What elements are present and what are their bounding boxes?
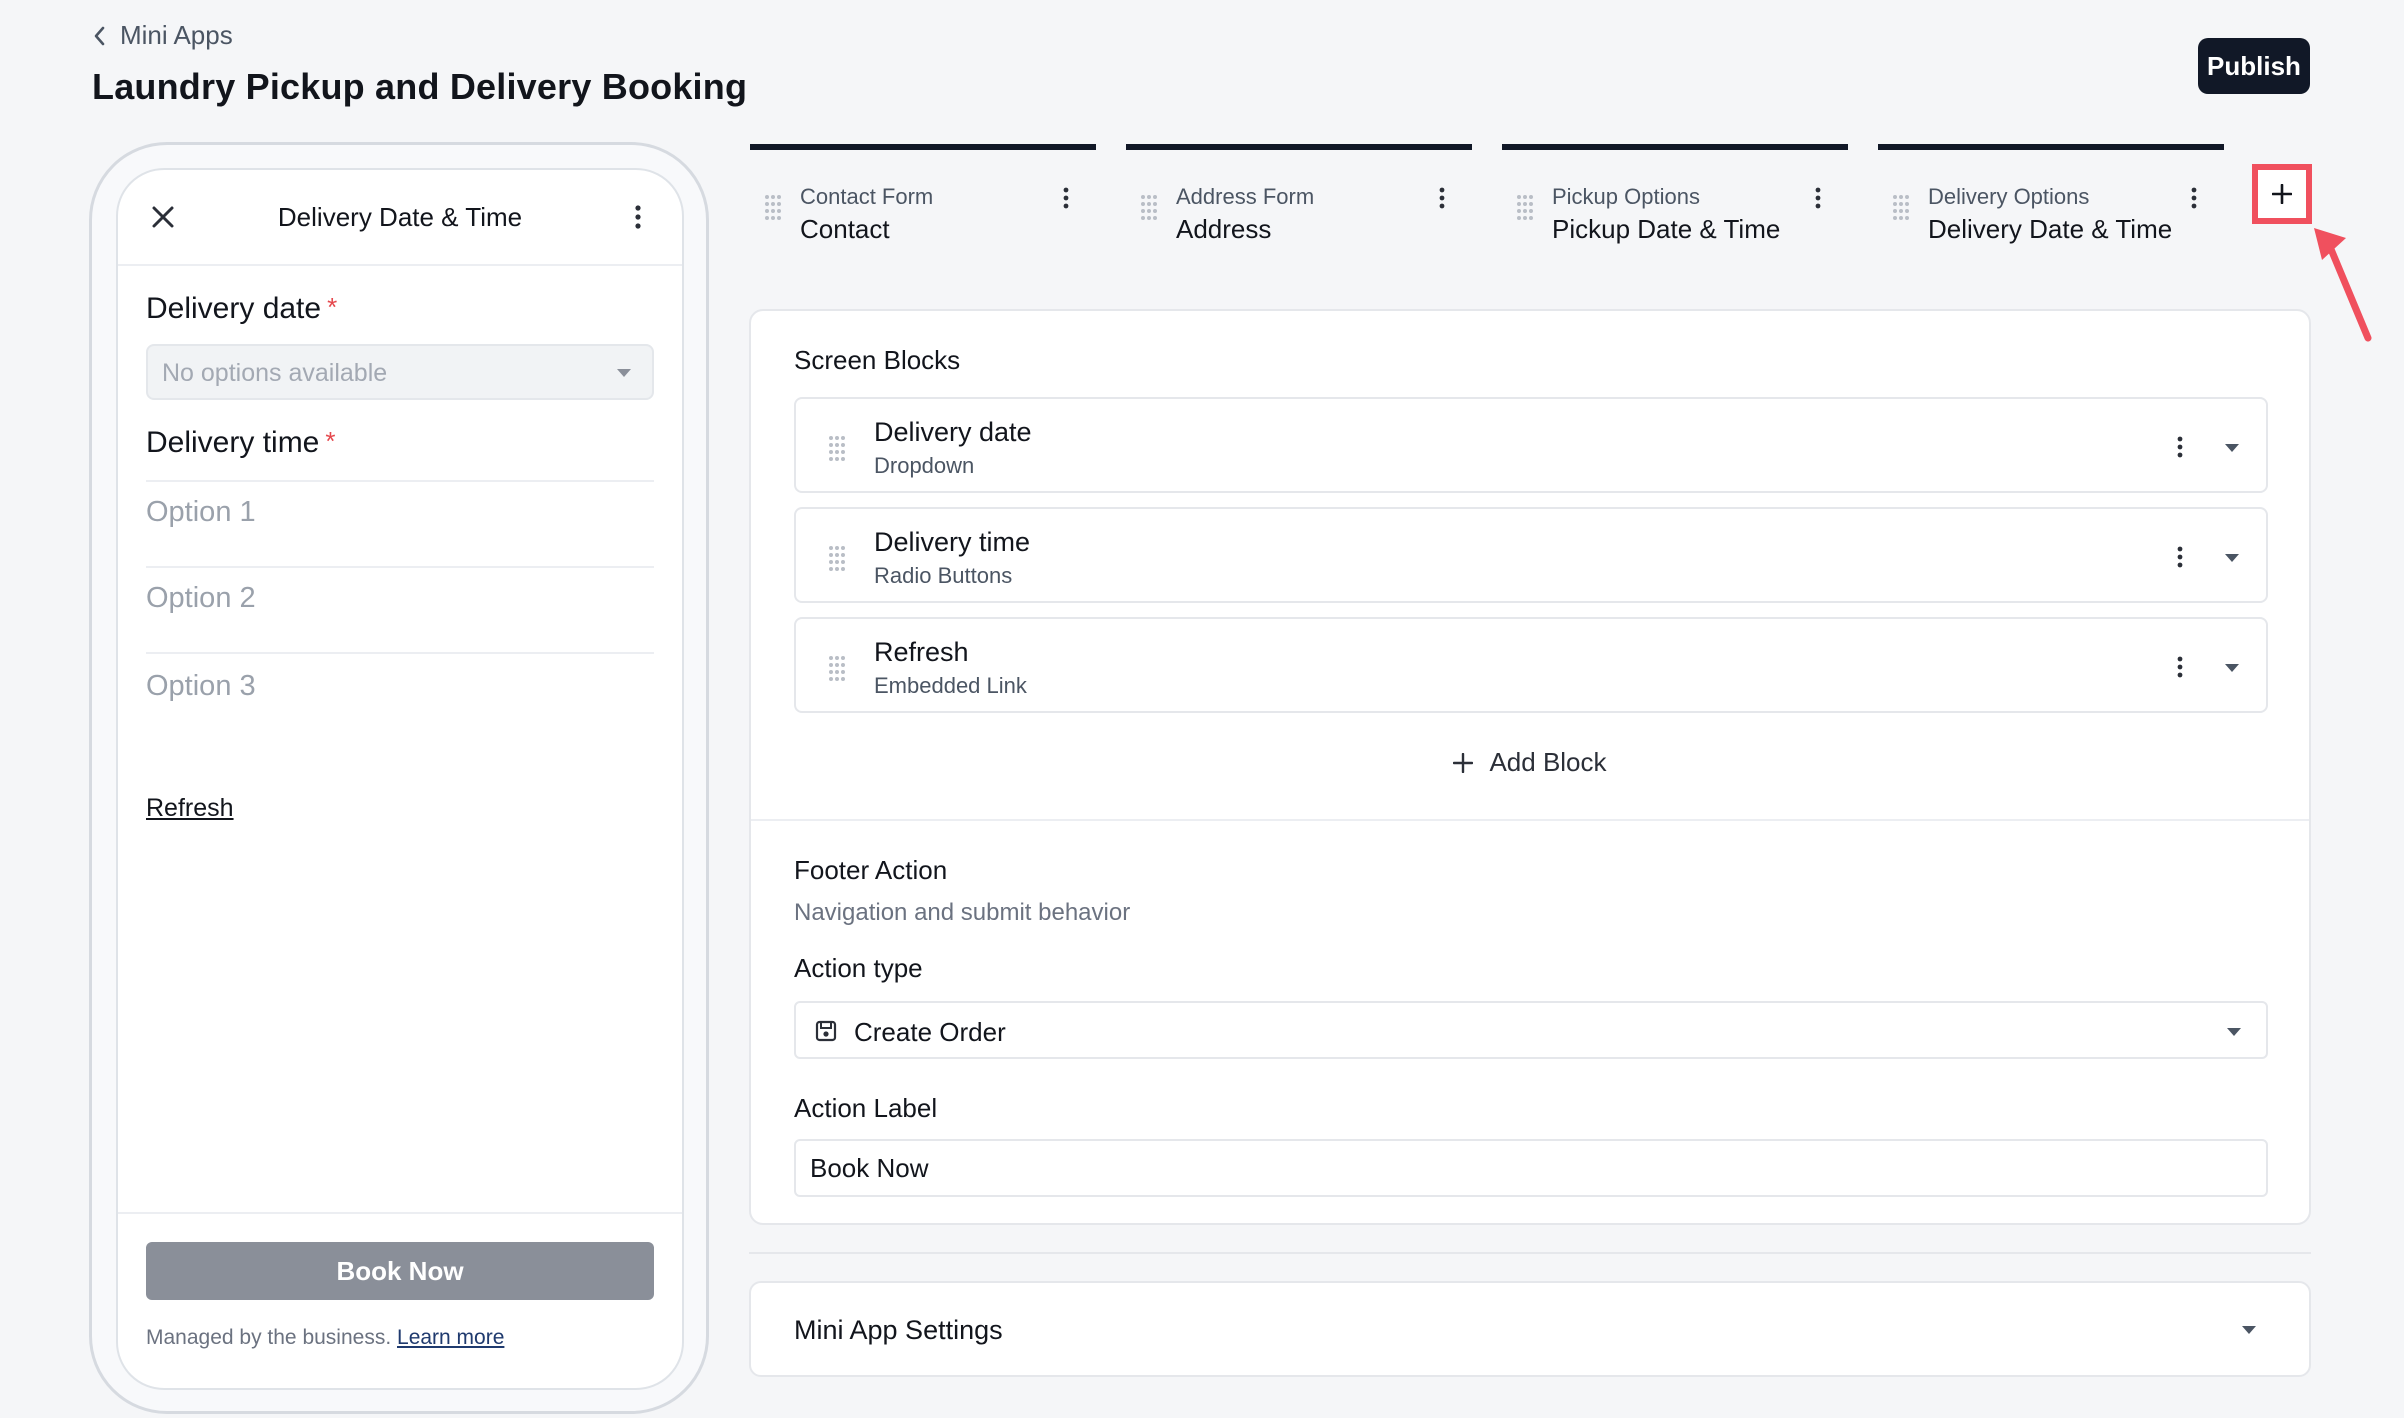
block-row[interactable]: Delivery time Radio Buttons — [794, 507, 2268, 603]
caret-down-icon — [2241, 1325, 2257, 1335]
divider — [146, 652, 654, 654]
back-to-mini-apps-link[interactable]: Mini Apps — [92, 20, 233, 51]
mini-app-settings-accordion[interactable]: Mini App Settings — [749, 1281, 2311, 1377]
mini-app-settings-title: Mini App Settings — [794, 1315, 1003, 1345]
required-mark: * — [327, 292, 338, 322]
add-screen-button[interactable] — [2252, 164, 2312, 224]
preview-header: Delivery Date & Time — [118, 170, 682, 266]
screen-tab-pickup[interactable]: Pickup Options Pickup Date & Time — [1502, 144, 1848, 254]
action-type-label: Action type — [794, 953, 923, 983]
page-title: Laundry Pickup and Delivery Booking — [92, 66, 748, 107]
required-mark: * — [325, 426, 336, 456]
action-type-select[interactable]: Create Order — [794, 1001, 2268, 1059]
more-vertical-icon[interactable] — [2188, 186, 2200, 210]
divider — [146, 480, 654, 482]
add-block-label: Add Block — [1489, 747, 1607, 777]
block-title: Refresh — [874, 637, 969, 667]
block-row[interactable]: Delivery date Dropdown — [794, 397, 2268, 493]
more-vertical-icon[interactable] — [2174, 545, 2186, 569]
action-label-label: Action Label — [794, 1093, 938, 1123]
tab-kind: Address Form — [1176, 184, 1315, 209]
more-vertical-icon[interactable] — [1060, 186, 1072, 210]
divider — [146, 566, 654, 568]
divider — [118, 1212, 682, 1214]
drag-handle-icon[interactable] — [828, 655, 846, 681]
more-vertical-icon[interactable] — [1812, 186, 1824, 210]
save-icon — [814, 1019, 838, 1043]
more-vertical-icon[interactable] — [2174, 435, 2186, 459]
screen-tab-delivery[interactable]: Delivery Options Delivery Date & Time — [1878, 144, 2224, 254]
caret-down-icon[interactable] — [2224, 553, 2240, 563]
caret-down-icon[interactable] — [2224, 443, 2240, 453]
action-label-field[interactable] — [794, 1139, 2268, 1197]
plus-icon — [2272, 184, 2292, 204]
caret-down-icon[interactable] — [2224, 663, 2240, 673]
tab-kind: Contact Form — [800, 184, 934, 209]
refresh-link[interactable]: Refresh — [146, 794, 234, 823]
back-link-label: Mini Apps — [120, 20, 233, 50]
tab-kind: Delivery Options — [1928, 184, 2090, 209]
learn-more-link[interactable]: Learn more — [397, 1326, 504, 1349]
delivery-date-dropdown[interactable]: No options available — [146, 344, 654, 400]
tab-name: Address — [1176, 214, 1272, 244]
delivery-time-option[interactable]: Option 1 — [146, 496, 256, 529]
more-vertical-icon[interactable] — [1436, 186, 1448, 210]
divider — [751, 819, 2309, 821]
block-title: Delivery time — [874, 527, 1031, 557]
caret-down-icon — [2226, 1027, 2242, 1037]
managed-by-note: Managed by the business. Learn more — [146, 1326, 504, 1350]
screen-tab-contact[interactable]: Contact Form Contact — [750, 144, 1096, 254]
book-now-button[interactable]: Book Now — [146, 1242, 654, 1300]
tab-kind: Pickup Options — [1552, 184, 1700, 209]
footer-action-title: Footer Action — [794, 855, 948, 885]
drag-handle-icon[interactable] — [1516, 194, 1534, 220]
drag-handle-icon[interactable] — [1140, 194, 1158, 220]
drag-handle-icon[interactable] — [828, 435, 846, 461]
delivery-time-option[interactable]: Option 3 — [146, 670, 256, 703]
drag-handle-icon[interactable] — [828, 545, 846, 571]
phone-screen-preview: Delivery Date & Time Delivery date * No o… — [116, 168, 684, 1390]
caret-down-icon — [616, 368, 632, 378]
block-type: Radio Buttons — [874, 563, 1013, 588]
preview-screen-title: Delivery Date & Time — [277, 202, 523, 232]
drag-handle-icon[interactable] — [764, 194, 782, 220]
screen-tab-address[interactable]: Address Form Address — [1126, 144, 1472, 254]
tab-name: Contact — [800, 214, 890, 244]
block-row[interactable]: Refresh Embedded Link — [794, 617, 2268, 713]
screen-blocks-title: Screen Blocks — [794, 345, 961, 375]
publish-button[interactable]: Publish — [2198, 38, 2310, 94]
footer-action-subtitle: Navigation and submit behavior — [794, 899, 1131, 926]
drag-handle-icon[interactable] — [1892, 194, 1910, 220]
managed-by-text: Managed by the business. — [146, 1326, 392, 1349]
chevron-left-icon — [92, 25, 106, 47]
divider — [749, 1252, 2311, 1254]
delivery-date-label: Delivery date * — [146, 292, 337, 326]
tab-name: Delivery Date & Time — [1928, 214, 2173, 244]
delivery-time-option[interactable]: Option 2 — [146, 582, 256, 615]
plus-icon — [1453, 752, 1474, 773]
delivery-time-label-text: Delivery time — [146, 426, 320, 459]
add-block-button[interactable]: Add Block — [751, 747, 2309, 778]
tab-name: Pickup Date & Time — [1552, 214, 1781, 244]
action-type-value: Create Order — [854, 1017, 1006, 1047]
block-title: Delivery date — [874, 417, 1032, 447]
screen-editor-card: Screen Blocks Delivery date Dropdown Del… — [749, 309, 2311, 1225]
annotation-arrow-icon — [2314, 228, 2372, 342]
block-type: Dropdown — [874, 453, 975, 478]
more-vertical-icon[interactable] — [2174, 655, 2186, 679]
action-label-input[interactable] — [810, 1149, 2210, 1187]
delivery-date-label-text: Delivery date — [146, 292, 322, 325]
delivery-date-dropdown-value: No options available — [162, 359, 388, 387]
block-type: Embedded Link — [874, 673, 1027, 698]
delivery-time-label: Delivery time * — [146, 426, 336, 460]
more-vertical-icon[interactable] — [628, 200, 648, 234]
